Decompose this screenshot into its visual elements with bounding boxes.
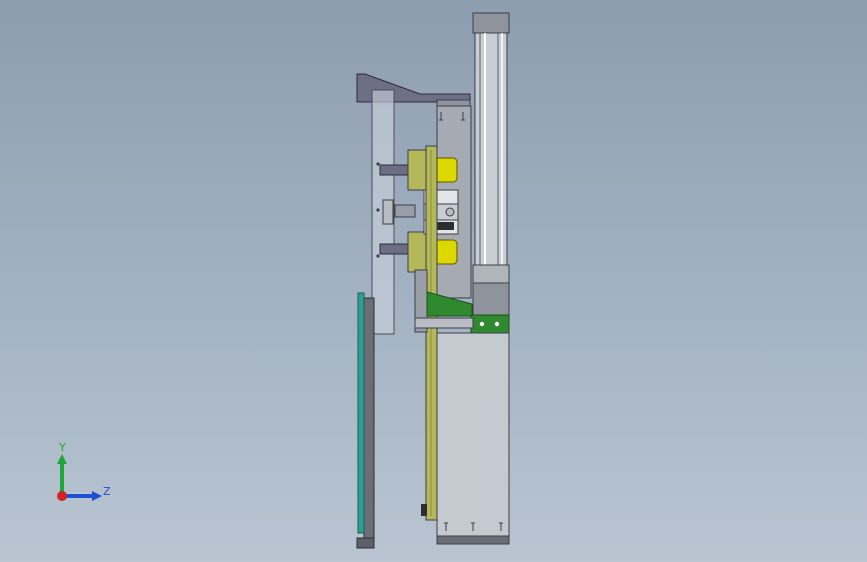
carriage-plate [425,145,438,521]
cylinder-assembly [472,12,510,316]
mechanism-side-view[interactable] [0,0,867,562]
triad-axes [57,454,102,501]
cad-viewport[interactable]: Y Z [0,0,867,562]
left-guide-plate [371,89,395,335]
side-plate [356,292,375,549]
x-axis-origin [57,491,67,501]
y-axis-label: Y [59,441,66,454]
orientation-triad[interactable]: Y Z [40,436,120,516]
z-axis-label: Z [103,485,111,498]
